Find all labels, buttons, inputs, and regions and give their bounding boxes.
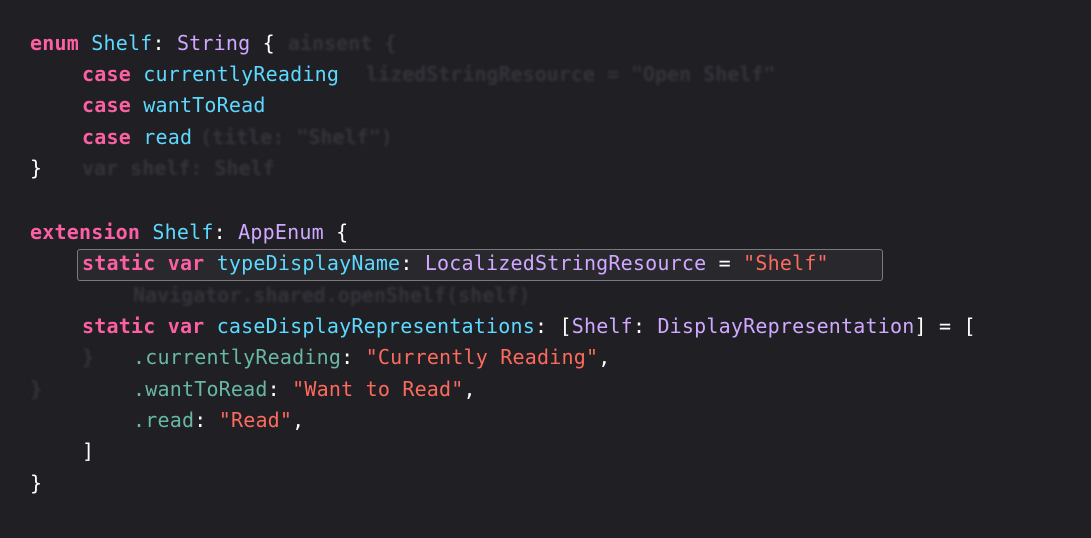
code-line: case wantToRead — [82, 90, 266, 121]
punctuation: , — [598, 345, 611, 369]
ghost-text: ainsent { — [288, 31, 397, 55]
ghost-text: var shelf: Shelf — [82, 156, 275, 180]
punctuation: ] — [82, 439, 95, 463]
member-name: .read — [133, 408, 195, 432]
case-name: wantToRead — [143, 93, 266, 117]
code-line: extension Shelf: AppEnum { — [30, 217, 348, 248]
ghost-text: lizedStringResource = "Open Shelf" — [366, 62, 776, 86]
type-name: Shelf — [571, 314, 633, 338]
punctuation: : — [534, 314, 548, 338]
code-line: } — [30, 153, 42, 184]
punctuation: { — [262, 31, 275, 55]
punctuation: } — [30, 471, 43, 495]
type-name: Shelf — [91, 31, 153, 55]
type-name: AppEnum — [238, 220, 324, 244]
type-name: DisplayRepresentation — [657, 314, 915, 338]
code-line: .read: "Read", — [133, 405, 304, 436]
punctuation: , — [292, 408, 305, 432]
punctuation: : — [194, 408, 207, 432]
punctuation: : — [267, 377, 280, 401]
punctuation: : — [213, 220, 226, 244]
code-line: static var caseDisplayRepresentations: [… — [82, 311, 976, 342]
ghost-text: (title: "Shelf") — [200, 125, 393, 149]
string-literal: "Read" — [218, 408, 293, 432]
type-name: LocalizedStringResource — [424, 251, 707, 275]
keyword: case — [82, 93, 131, 117]
punctuation: { — [336, 220, 349, 244]
member-name: .wantToRead — [133, 377, 268, 401]
code-line: enum Shelf: String { — [30, 28, 275, 59]
punctuation: , — [463, 377, 476, 401]
type-name: String — [176, 31, 251, 55]
property-name: typeDisplayName — [216, 251, 401, 275]
case-name: read — [143, 125, 193, 149]
code-line: .wantToRead: "Want to Read", — [133, 374, 476, 405]
case-name: currentlyReading — [143, 62, 340, 86]
ghost-text: } — [82, 345, 95, 369]
code-editor[interactable]: ainsent { lizedStringResource = "Open Sh… — [0, 0, 1091, 538]
punctuation: } — [30, 156, 43, 180]
punctuation: : — [400, 251, 413, 275]
code-line: } — [30, 468, 42, 499]
keyword: case — [82, 125, 131, 149]
keyword: static — [82, 314, 156, 338]
string-literal: "Shelf" — [743, 251, 829, 275]
keyword: var — [167, 251, 205, 275]
ghost-text: Navigator.shared.openShelf(shelf) — [133, 283, 531, 307]
code-line: case currentlyReading — [82, 59, 339, 90]
punctuation: : — [632, 314, 646, 338]
ghost-text: } — [30, 377, 43, 401]
code-line: ] — [82, 436, 94, 467]
type-name: Shelf — [152, 220, 214, 244]
operator: = — [939, 314, 952, 338]
code-line: .currentlyReading: "Currently Reading", — [133, 342, 610, 373]
keyword: enum — [30, 31, 79, 55]
punctuation: [ — [963, 314, 976, 338]
keyword: var — [167, 314, 205, 338]
string-literal: "Currently Reading" — [365, 345, 599, 369]
string-literal: "Want to Read" — [292, 377, 464, 401]
code-line-highlighted: static var typeDisplayName: LocalizedStr… — [82, 248, 829, 279]
punctuation: ] — [914, 314, 927, 338]
keyword: extension — [30, 220, 141, 244]
member-name: .currentlyReading — [133, 345, 342, 369]
keyword: case — [82, 62, 131, 86]
keyword: static — [82, 251, 156, 275]
punctuation: : — [152, 31, 165, 55]
punctuation: [ — [559, 314, 572, 338]
code-line: case read — [82, 122, 192, 153]
punctuation: : — [341, 345, 354, 369]
property-name: caseDisplayRepresentations — [216, 314, 535, 338]
operator: = — [718, 251, 731, 275]
